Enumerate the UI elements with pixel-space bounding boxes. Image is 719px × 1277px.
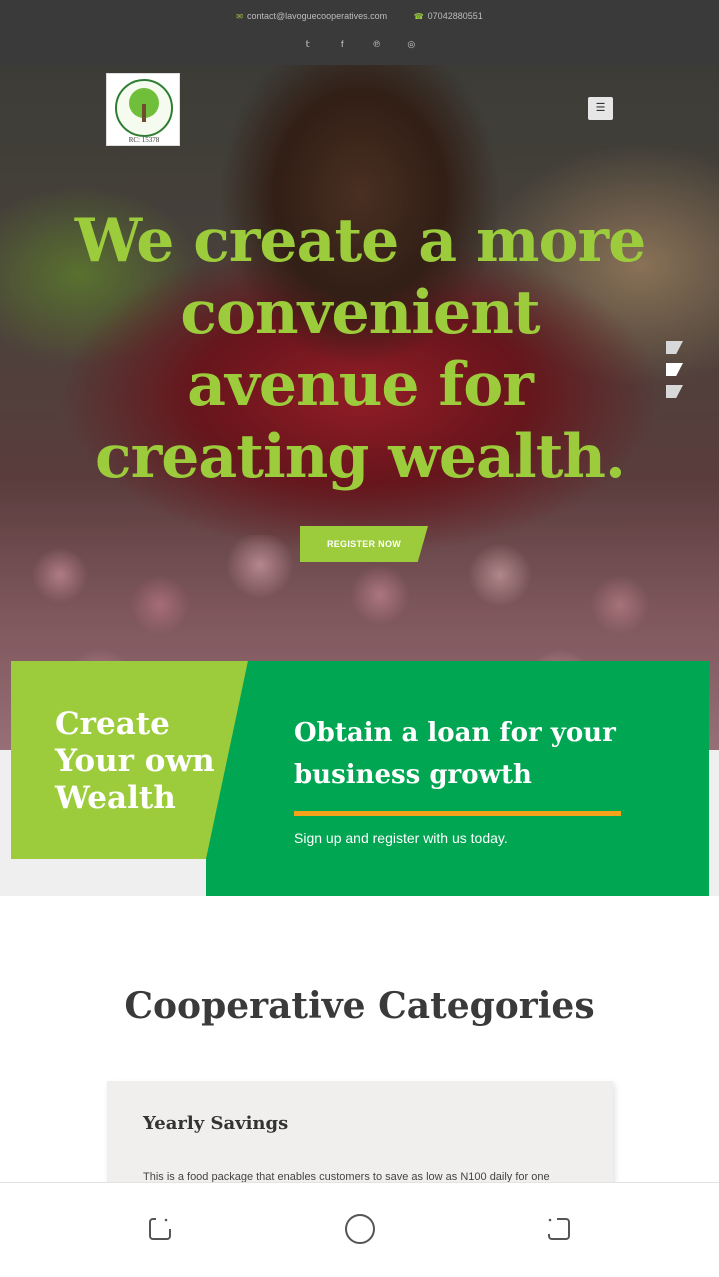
recents-button[interactable] [144,1213,176,1245]
twitter-icon[interactable]: 𝕥 [292,39,324,50]
slider-pagination [666,341,684,407]
logo-rc-text: RC: 15378 [128,136,160,144]
recents-icon [149,1218,171,1240]
social-links: 𝕥 f ℗ ◎ [0,39,719,50]
hero-headline: We create a more convenient avenue for c… [74,206,647,492]
slide-dot-3[interactable] [666,385,683,398]
phone-text: 07042880551 [427,11,483,21]
android-navigation-bar [0,1182,719,1277]
facebook-icon[interactable]: f [326,39,358,49]
hamburger-menu-button[interactable]: ☰ [588,97,613,120]
hamburger-icon: ☰ [595,102,606,114]
signup-text: Sign up and register with us today. [294,830,508,846]
instagram-icon[interactable]: ◎ [395,39,427,50]
home-icon [345,1214,375,1244]
loan-title: Obtain a loan for your business growth [294,718,616,790]
home-button[interactable] [344,1213,376,1245]
register-now-button[interactable]: REGISTER NOW [300,526,428,562]
orange-divider [294,811,621,816]
slide-dot-2[interactable] [666,363,683,376]
phone-link[interactable]: ☎ 07042880551 [414,11,483,21]
envelope-icon: ✉ [236,12,243,21]
pinterest-icon[interactable]: ℗ [361,39,393,49]
email-text: contact@lavoguecooperatives.com [246,11,388,21]
top-bar: ✉ contact@lavoguecooperatives.com ☎ 070428… [0,0,719,65]
card-title: Yearly Savings [143,1113,289,1134]
back-icon [548,1218,570,1240]
tree-trunk-icon [142,104,146,122]
email-link[interactable]: ✉ contact@lavoguecooperatives.com [236,11,387,21]
page: ✉ contact@lavoguecooperatives.com ☎ 070428… [0,0,719,1277]
contact-row: ✉ contact@lavoguecooperatives.com ☎ 070428… [0,11,719,21]
phone-icon: ☎ [413,12,424,21]
create-wealth-text: Create Your own Wealth [55,706,215,816]
slide-dot-1[interactable] [666,341,683,354]
categories-heading: Cooperative Categories [124,985,595,1027]
site-logo[interactable]: RC: 15378 [106,73,180,146]
back-button[interactable] [543,1213,575,1245]
